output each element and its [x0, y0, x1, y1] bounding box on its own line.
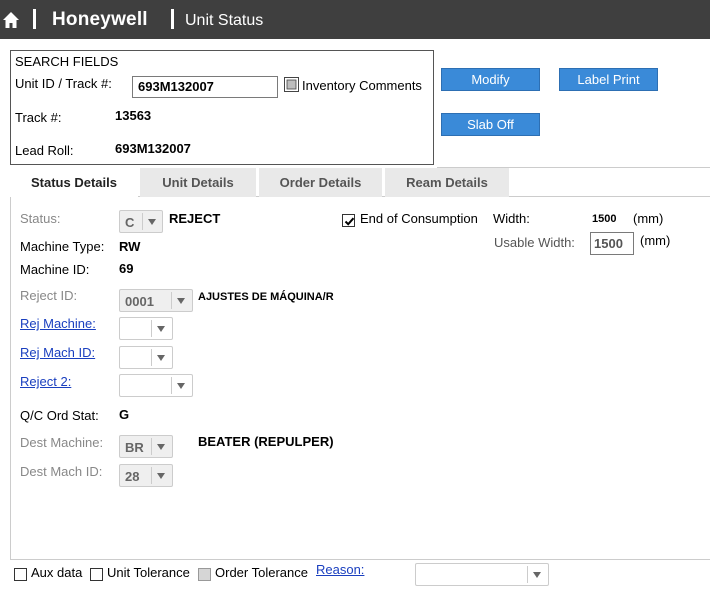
track-label: Track #:: [15, 110, 62, 125]
machine-type-value: RW: [119, 239, 141, 254]
reject-id-select[interactable]: 0001: [119, 289, 193, 312]
status-text: REJECT: [169, 211, 221, 226]
select-divider: [527, 566, 528, 583]
machine-type-label: Machine Type:: [20, 239, 105, 254]
machine-id-value: 69: [119, 261, 134, 276]
usable-width-unit: (mm): [640, 233, 671, 248]
unit-id-input[interactable]: 693M132007: [132, 76, 278, 98]
chevron-down-icon: [157, 355, 165, 361]
rej-machine-select[interactable]: [119, 317, 173, 340]
end-of-consumption-checkbox[interactable]: [342, 214, 355, 227]
reason-link[interactable]: Reason:: [316, 562, 364, 577]
select-divider: [151, 438, 152, 455]
rej-machine-link[interactable]: Rej Machine:: [20, 316, 96, 331]
header-divider: [33, 9, 36, 29]
unit-tolerance-checkbox[interactable]: [90, 568, 103, 581]
width-unit: (mm): [633, 211, 664, 226]
dest-mach-id-select[interactable]: 28: [119, 464, 173, 487]
qc-ord-stat-label: Q/C Ord Stat:: [20, 408, 99, 423]
select-divider: [142, 213, 143, 230]
label-print-button[interactable]: Label Print: [559, 68, 658, 91]
reject-2-select[interactable]: [119, 374, 193, 397]
chevron-down-icon: [157, 326, 165, 332]
width-label: Width:: [493, 211, 530, 226]
qc-ord-stat-value: G: [119, 407, 130, 422]
rej-mach-id-select[interactable]: [119, 346, 173, 369]
select-divider: [151, 467, 152, 484]
reason-select[interactable]: [415, 563, 549, 586]
dest-machine-select-value: BR: [125, 440, 144, 455]
aux-data-label: Aux data: [31, 565, 83, 580]
machine-id-label: Machine ID:: [20, 262, 90, 277]
unit-id-label: Unit ID / Track #:: [15, 76, 112, 91]
search-fields-panel: SEARCH FIELDS Unit ID / Track #: 693M132…: [10, 50, 434, 165]
order-tolerance-label: Order Tolerance: [215, 565, 308, 580]
chevron-down-icon: [177, 383, 185, 389]
rej-mach-id-link[interactable]: Rej Mach ID:: [20, 345, 95, 360]
chevron-down-icon: [148, 219, 156, 225]
select-divider: [151, 349, 152, 366]
search-fields-heading: SEARCH FIELDS: [15, 54, 119, 69]
chevron-down-icon: [533, 572, 541, 578]
status-label: Status:: [20, 211, 61, 226]
lead-roll-value: 693M132007: [115, 141, 191, 156]
tab-order-details[interactable]: Order Details: [259, 168, 382, 197]
select-divider: [171, 292, 172, 309]
reject-id-text: AJUSTES DE MÁQUINA/R: [198, 291, 334, 303]
chevron-down-icon: [157, 473, 165, 479]
modify-button[interactable]: Modify: [441, 68, 540, 91]
dest-mach-id-select-value: 28: [125, 469, 140, 484]
dest-machine-label: Dest Machine:: [20, 435, 104, 450]
slab-off-button[interactable]: Slab Off: [441, 113, 540, 136]
inventory-comments-link[interactable]: Inventory Comments: [302, 78, 422, 93]
chevron-down-icon: [157, 444, 165, 450]
inventory-comments-icon[interactable]: [284, 77, 299, 92]
status-select[interactable]: C: [119, 210, 163, 233]
check-icon: [344, 217, 355, 226]
dest-mach-id-label: Dest Mach ID:: [20, 464, 103, 479]
home-icon[interactable]: [2, 11, 20, 29]
select-divider: [151, 320, 152, 337]
width-value: 1500: [592, 213, 617, 225]
usable-width-label: Usable Width:: [494, 235, 575, 250]
order-tolerance-checkbox[interactable]: [198, 568, 211, 581]
app-header: Honeywell Unit Status: [0, 0, 710, 39]
dest-machine-select[interactable]: BR: [119, 435, 173, 458]
aux-data-checkbox[interactable]: [14, 568, 27, 581]
chevron-down-icon: [177, 298, 185, 304]
tab-status-details[interactable]: Status Details: [10, 168, 138, 197]
tab-ream-details[interactable]: Ream Details: [385, 168, 509, 197]
unit-tolerance-label: Unit Tolerance: [107, 565, 190, 580]
usable-width-input[interactable]: 1500: [590, 232, 634, 255]
reject-id-label: Reject ID:: [20, 288, 78, 303]
lead-roll-label: Lead Roll:: [15, 143, 74, 158]
select-divider: [171, 377, 172, 394]
page-title: Unit Status: [185, 12, 264, 29]
header-divider: [171, 9, 174, 29]
brand-logo: Honeywell: [52, 9, 148, 30]
dest-machine-text: BEATER (REPULPER): [198, 434, 334, 449]
reject-2-link[interactable]: Reject 2:: [20, 374, 71, 389]
end-of-consumption-label: End of Consumption: [360, 211, 478, 226]
reject-id-select-value: 0001: [125, 294, 154, 309]
track-value: 13563: [115, 108, 152, 123]
tab-unit-details[interactable]: Unit Details: [140, 168, 256, 197]
status-select-value: C: [125, 215, 135, 230]
